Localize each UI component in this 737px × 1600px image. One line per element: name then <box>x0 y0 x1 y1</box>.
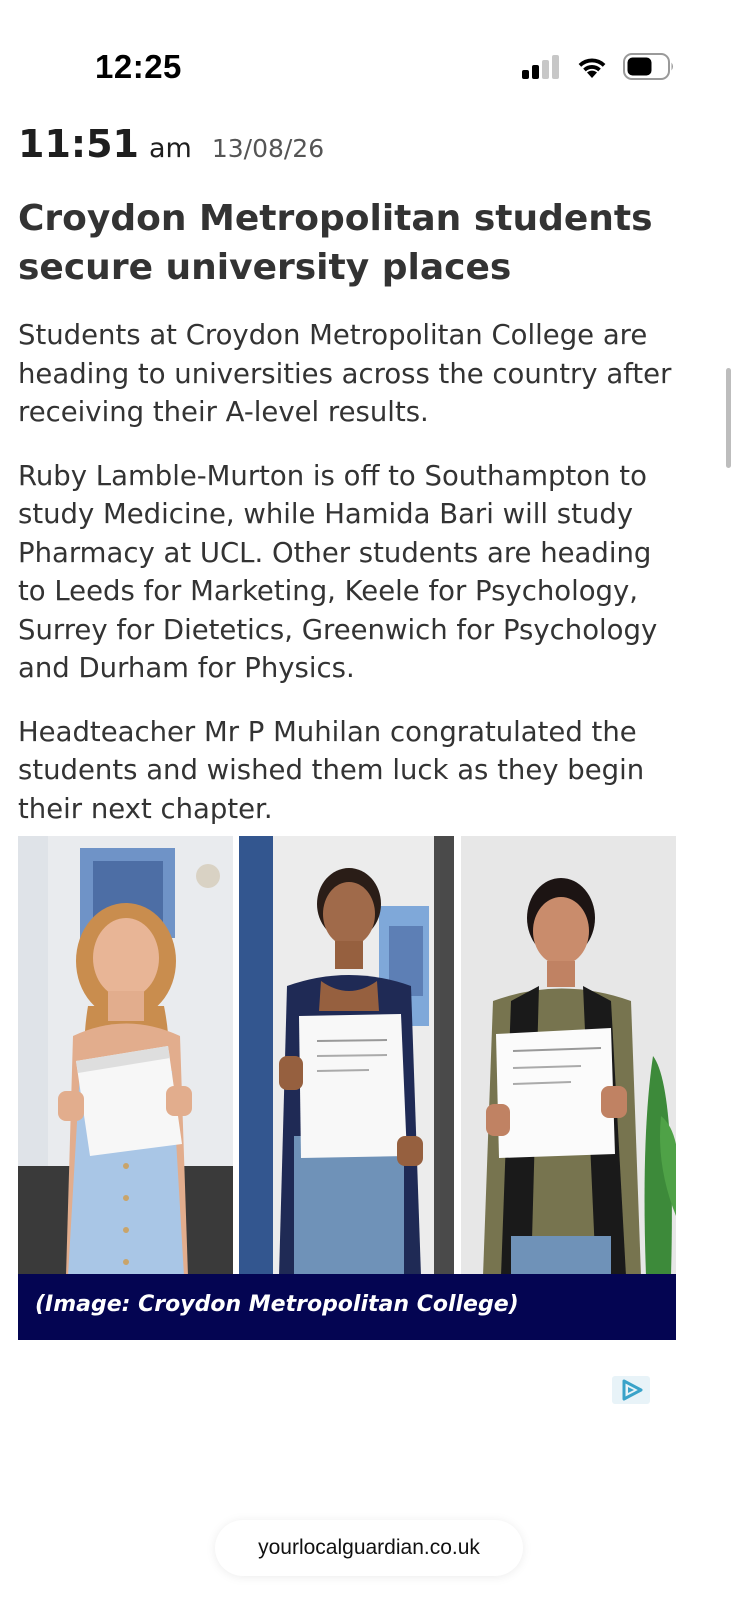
publish-time: 11:51 <box>18 122 139 166</box>
cellular-signal-icon <box>522 55 562 79</box>
wifi-icon <box>578 58 606 78</box>
publish-date: 13/08/26 <box>211 134 325 163</box>
article-headline: Croydon Metropolitan students secure uni… <box>18 198 653 288</box>
url-text: yourlocalguardian.co.uk <box>258 1536 480 1559</box>
article-timestamp: 11:51 am 13/08/26 <box>18 122 676 172</box>
image-caption: (Image: Croydon Metropolitan College) <box>18 1274 676 1340</box>
photo-panel-student-2 <box>239 836 454 1276</box>
article-photo[interactable] <box>18 836 676 1276</box>
article-paragraph: Headteacher Mr P Muhilan congratulated t… <box>18 715 645 825</box>
image-caption-text: (Image: Croydon Metropolitan College) <box>35 1292 519 1317</box>
battery-icon <box>623 53 673 80</box>
article-paragraph: Students at Croydon Metropolitan College… <box>18 319 672 428</box>
status-time: 12:25 <box>95 48 182 85</box>
photo-panel-student-3 <box>461 836 676 1276</box>
scroll-indicator[interactable] <box>726 368 731 468</box>
article: 11:51 am 13/08/26 Croydon Metropolitan s… <box>18 122 676 828</box>
browser-url-bar[interactable]: yourlocalguardian.co.uk <box>215 1520 523 1576</box>
adchoices-icon[interactable] <box>612 1376 650 1404</box>
article-paragraph: Ruby Lamble-Murton is off to Southampton… <box>18 459 658 685</box>
status-bar: 12:25 <box>0 0 737 110</box>
photo-panel-student-1 <box>18 836 233 1276</box>
publish-ampm: am <box>148 133 192 164</box>
